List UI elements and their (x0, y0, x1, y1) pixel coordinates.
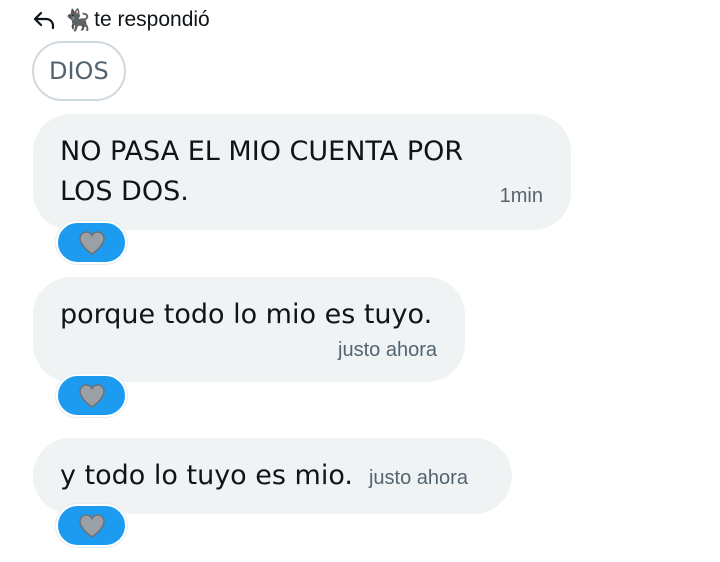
grey-heart-icon (78, 383, 105, 408)
message-text: y todo lo tuyo es mio. (60, 460, 353, 491)
reply-arrow-icon (32, 8, 56, 32)
grey-heart-icon (78, 513, 105, 538)
heart-reaction-button[interactable] (56, 374, 127, 417)
message-timestamp: justo ahora (368, 467, 468, 489)
message-text: porque todo lo mio es tuyo. (60, 299, 433, 330)
message-text: NO PASA EL MIO CUENTA POR LOS DOS. (60, 136, 464, 207)
reply-header: 🐈‍⬛ te respondió (32, 6, 210, 34)
quoted-message-text: DIOS (49, 57, 109, 85)
heart-reaction-button[interactable] (56, 221, 127, 264)
message-bubble[interactable]: NO PASA EL MIO CUENTA POR LOS DOS. 1min (33, 114, 571, 230)
message-bubble[interactable]: porque todo lo mio es tuyo. justo ahora (33, 277, 465, 382)
quoted-message[interactable]: DIOS (32, 41, 126, 101)
grey-heart-icon (78, 230, 105, 255)
message-timestamp: 1min (499, 185, 543, 207)
message-timestamp: justo ahora (338, 339, 437, 361)
reply-header-text: te respondió (94, 8, 210, 31)
heart-reaction-button[interactable] (56, 504, 127, 547)
black-cat-emoji-icon: 🐈‍⬛ (64, 7, 91, 32)
message-bubble[interactable]: y todo lo tuyo es mio. justo ahora (33, 438, 512, 514)
